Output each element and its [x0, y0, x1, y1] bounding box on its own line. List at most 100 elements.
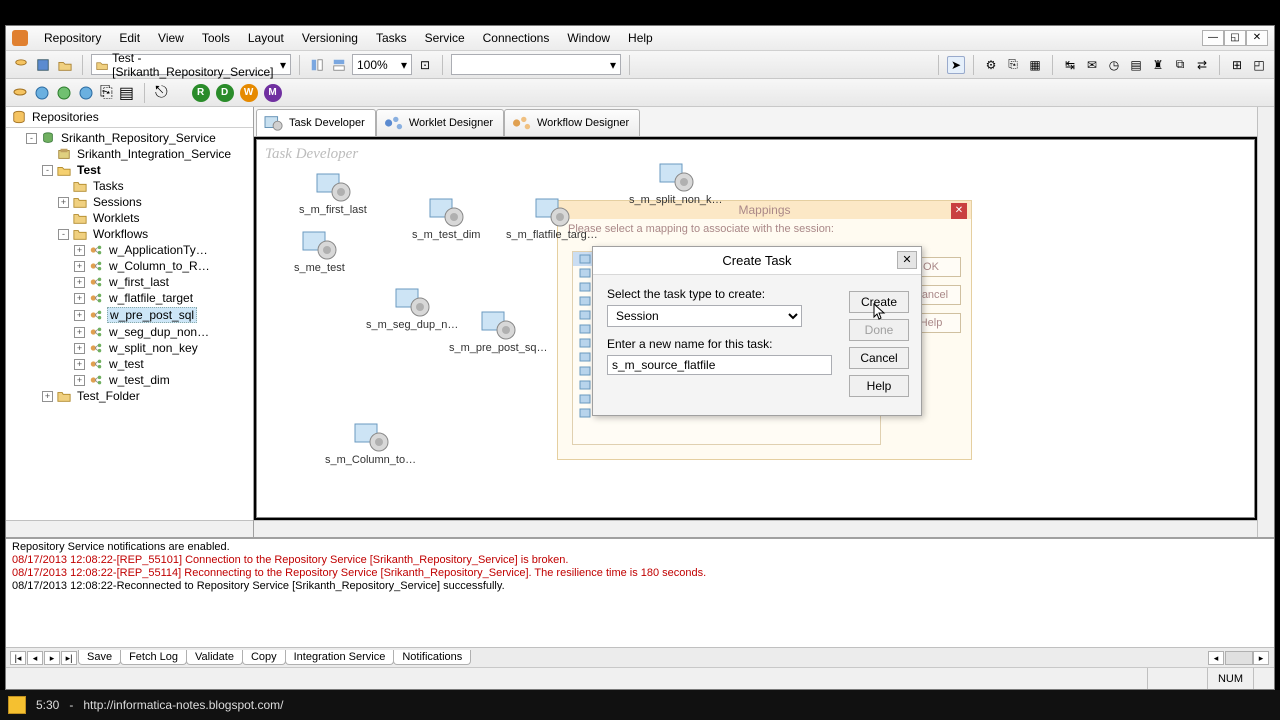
dialog-close-button[interactable]: ✕ — [897, 251, 917, 269]
menu-edit[interactable]: Edit — [111, 28, 148, 48]
expand-icon[interactable]: + — [58, 197, 69, 208]
tree-item[interactable]: -Srikanth_Repository_Service — [6, 130, 253, 146]
tool-icon-9[interactable]: ⧉ — [1171, 56, 1189, 74]
tool-icon-7[interactable]: ▤ — [1127, 56, 1145, 74]
log-nav-last[interactable]: ▸| — [61, 651, 77, 665]
tree-item[interactable]: +w_test_dim — [6, 372, 253, 388]
tool-icon-11[interactable]: ⊞ — [1228, 56, 1246, 74]
tree-item[interactable]: -Test — [6, 162, 253, 178]
session-task[interactable]: s_m_flatfile_targ… — [506, 195, 598, 241]
session-task[interactable]: s_m_Column_to… — [325, 420, 416, 466]
pointer-icon[interactable]: ➤ — [947, 56, 965, 74]
expand-icon[interactable]: - — [58, 229, 69, 240]
tree-item[interactable]: Tasks — [6, 178, 253, 194]
tree-item[interactable]: +w_test — [6, 356, 253, 372]
close-button[interactable]: ✕ — [1246, 30, 1268, 46]
tree-item[interactable]: +w_split_non_key — [6, 340, 253, 356]
tool-icon-10[interactable]: ⇄ — [1193, 56, 1211, 74]
workflow-combo[interactable]: ▾ — [451, 54, 621, 75]
menu-tasks[interactable]: Tasks — [368, 28, 415, 48]
tab-workflow-designer[interactable]: Workflow Designer — [504, 109, 640, 136]
expand-icon[interactable]: + — [74, 261, 85, 272]
sticky-note-icon[interactable] — [8, 696, 26, 714]
expand-icon[interactable]: + — [74, 310, 85, 321]
circle-m[interactable]: M — [264, 84, 282, 102]
expand-icon[interactable]: + — [74, 359, 85, 370]
canvas-vscroll[interactable] — [1257, 107, 1274, 537]
log-tab[interactable]: Save — [78, 650, 121, 665]
tool-icon-12[interactable]: ◰ — [1250, 56, 1268, 74]
log-tab[interactable]: Integration Service — [285, 650, 395, 665]
expand-icon[interactable]: + — [74, 293, 85, 304]
circle-d[interactable]: D — [216, 84, 234, 102]
tool-icon-6[interactable]: ◷ — [1105, 56, 1123, 74]
connect-icon[interactable] — [12, 56, 30, 74]
task-type-select[interactable]: Session — [607, 305, 802, 327]
session-task[interactable]: s_me_test — [294, 228, 345, 274]
canvas-hscroll[interactable] — [254, 520, 1257, 537]
menu-help[interactable]: Help — [620, 28, 661, 48]
log-tab[interactable]: Validate — [186, 650, 243, 665]
log-nav-next[interactable]: ▸ — [44, 651, 60, 665]
circle-w[interactable]: W — [240, 84, 258, 102]
expand-icon[interactable]: + — [74, 277, 85, 288]
tree-item[interactable]: Srikanth_Integration_Service — [6, 146, 253, 162]
log-nav-first[interactable]: |◂ — [10, 651, 26, 665]
tree-item[interactable]: +w_seg_dup_non… — [6, 324, 253, 340]
view-icon-2[interactable] — [330, 56, 348, 74]
log-hscroll-left[interactable]: ◂ — [1208, 651, 1224, 665]
log-tab[interactable]: Fetch Log — [120, 650, 187, 665]
menu-repository[interactable]: Repository — [36, 28, 109, 48]
circle-r[interactable]: R — [192, 84, 210, 102]
menu-view[interactable]: View — [150, 28, 192, 48]
task-name-input[interactable] — [607, 355, 832, 375]
session-task[interactable]: s_m_seg_dup_n… — [366, 285, 458, 331]
tree-item[interactable]: +w_ApplicationTy… — [6, 242, 253, 258]
tab-task-developer[interactable]: Task Developer — [256, 109, 376, 136]
expand-icon[interactable]: + — [74, 343, 85, 354]
tool-icon-5[interactable]: ✉ — [1083, 56, 1101, 74]
tree-item[interactable]: -Workflows — [6, 226, 253, 242]
tool-icon-8[interactable]: ♜ — [1149, 56, 1167, 74]
tree-item[interactable]: Worklets — [6, 210, 253, 226]
menu-layout[interactable]: Layout — [240, 28, 292, 48]
save-icon[interactable] — [34, 56, 52, 74]
tool-icon-1[interactable]: ⚙ — [982, 56, 1000, 74]
log-hscroll-thumb[interactable] — [1225, 651, 1253, 665]
zoom-combo[interactable]: 100%▾ — [352, 54, 412, 75]
tree-hscroll[interactable] — [6, 520, 253, 537]
tree-item[interactable]: +w_pre_post_sql — [6, 306, 253, 324]
session-task[interactable]: s_m_pre_post_sq… — [449, 308, 547, 354]
tool-icon-3[interactable]: ▦ — [1026, 56, 1044, 74]
t2-icon-7[interactable]: ⎋ — [155, 84, 168, 102]
minimize-button[interactable]: — — [1202, 30, 1224, 46]
t2-icon-4[interactable] — [78, 85, 94, 101]
t2-icon-3[interactable] — [56, 85, 72, 101]
log-tab[interactable]: Copy — [242, 650, 286, 665]
maximize-button[interactable]: ◱ — [1224, 30, 1246, 46]
t2-icon-1[interactable] — [12, 85, 28, 101]
expand-icon[interactable]: - — [42, 165, 53, 176]
t2-icon-2[interactable] — [34, 85, 50, 101]
log-tab[interactable]: Notifications — [393, 650, 471, 665]
folder-icon[interactable] — [56, 56, 74, 74]
log-nav-prev[interactable]: ◂ — [27, 651, 43, 665]
session-task[interactable]: s_m_first_last — [299, 170, 367, 216]
tree-item[interactable]: +w_first_last — [6, 274, 253, 290]
tree-item[interactable]: +Test_Folder — [6, 388, 253, 404]
expand-icon[interactable]: + — [42, 391, 53, 402]
view-icon-1[interactable] — [308, 56, 326, 74]
repository-combo[interactable]: Test - [Srikanth_Repository_Service] ▾ — [91, 54, 291, 75]
expand-icon[interactable]: + — [74, 245, 85, 256]
menu-window[interactable]: Window — [559, 28, 618, 48]
menu-service[interactable]: Service — [417, 28, 473, 48]
session-task[interactable]: s_m_test_dim — [412, 195, 480, 241]
t2-icon-6[interactable]: ▤ — [119, 83, 134, 103]
t2-icon-5[interactable]: ⎘ — [100, 84, 113, 102]
tab-worklet-designer[interactable]: Worklet Designer — [376, 109, 504, 136]
tool-icon-4[interactable]: ↹ — [1061, 56, 1079, 74]
session-task[interactable]: s_m_split_non_k… — [629, 160, 723, 206]
menu-tools[interactable]: Tools — [194, 28, 238, 48]
cancel-button[interactable]: Cancel — [849, 347, 909, 369]
tree-item[interactable]: +w_Column_to_R… — [6, 258, 253, 274]
